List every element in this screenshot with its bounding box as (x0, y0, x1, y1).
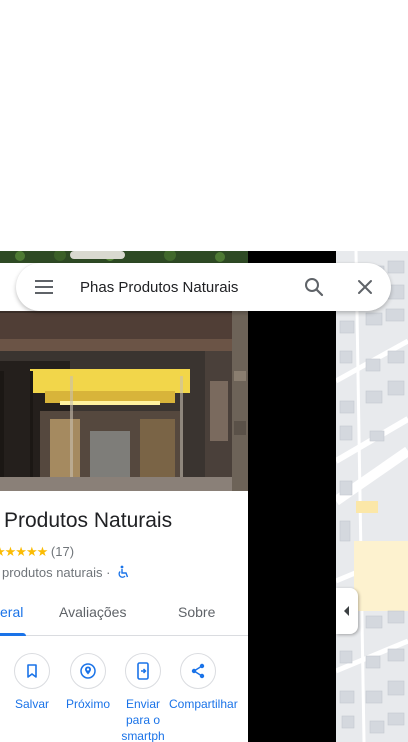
category-row: produtos naturais · (2, 565, 130, 582)
nearby-label: Próximo (65, 697, 110, 711)
place-panel: Produtos Naturais ★★★★★ (17) produtos na… (0, 251, 248, 742)
place-tabs: eral Avaliações Sobre (0, 591, 248, 636)
share-button[interactable]: Compartilhar (169, 653, 238, 712)
search-icon[interactable] (303, 276, 325, 298)
save-button[interactable]: Salvar (3, 653, 61, 712)
send-to-phone-label: Enviar para o smartph (121, 697, 165, 742)
wheelchair-accessible-icon (116, 565, 130, 582)
nearby-icon (80, 663, 96, 679)
send-to-phone-button[interactable]: Enviar para o smartph (114, 653, 172, 742)
place-title: Produtos Naturais (4, 509, 173, 532)
place-category[interactable]: produtos naturais (2, 565, 102, 580)
chevron-left-icon (344, 606, 349, 616)
tab-reviews[interactable]: Avaliações (59, 604, 126, 620)
active-tab-indicator (0, 633, 26, 636)
share-label: Compartilhar (169, 697, 238, 711)
rating-row[interactable]: ★★★★★ (17) (0, 544, 74, 560)
menu-icon[interactable] (34, 278, 54, 296)
action-buttons: Salvar Próximo Enviar para o smartph Com… (0, 653, 248, 742)
rating-stars: ★★★★★ (0, 544, 48, 559)
close-icon[interactable] (356, 278, 374, 296)
tab-about[interactable]: Sobre (178, 604, 215, 620)
bookmark-icon (27, 664, 37, 678)
rating-count[interactable]: (17) (51, 544, 74, 559)
send-to-phone-icon (137, 662, 149, 680)
map-view[interactable] (336, 251, 408, 742)
nearby-button[interactable]: Próximo (59, 653, 117, 712)
send-to-phone-circle[interactable] (125, 653, 161, 689)
share-circle[interactable] (180, 653, 216, 689)
share-icon (191, 663, 205, 679)
save-circle[interactable] (14, 653, 50, 689)
collapse-panel-button[interactable] (336, 588, 358, 634)
separator-dot: · (106, 565, 111, 580)
blank-area (0, 0, 408, 251)
search-bar (16, 263, 391, 311)
tab-overview[interactable]: eral (0, 604, 23, 620)
search-input[interactable] (80, 275, 280, 299)
divider-gap (248, 251, 336, 742)
nearby-circle[interactable] (70, 653, 106, 689)
save-label: Salvar (14, 697, 49, 711)
